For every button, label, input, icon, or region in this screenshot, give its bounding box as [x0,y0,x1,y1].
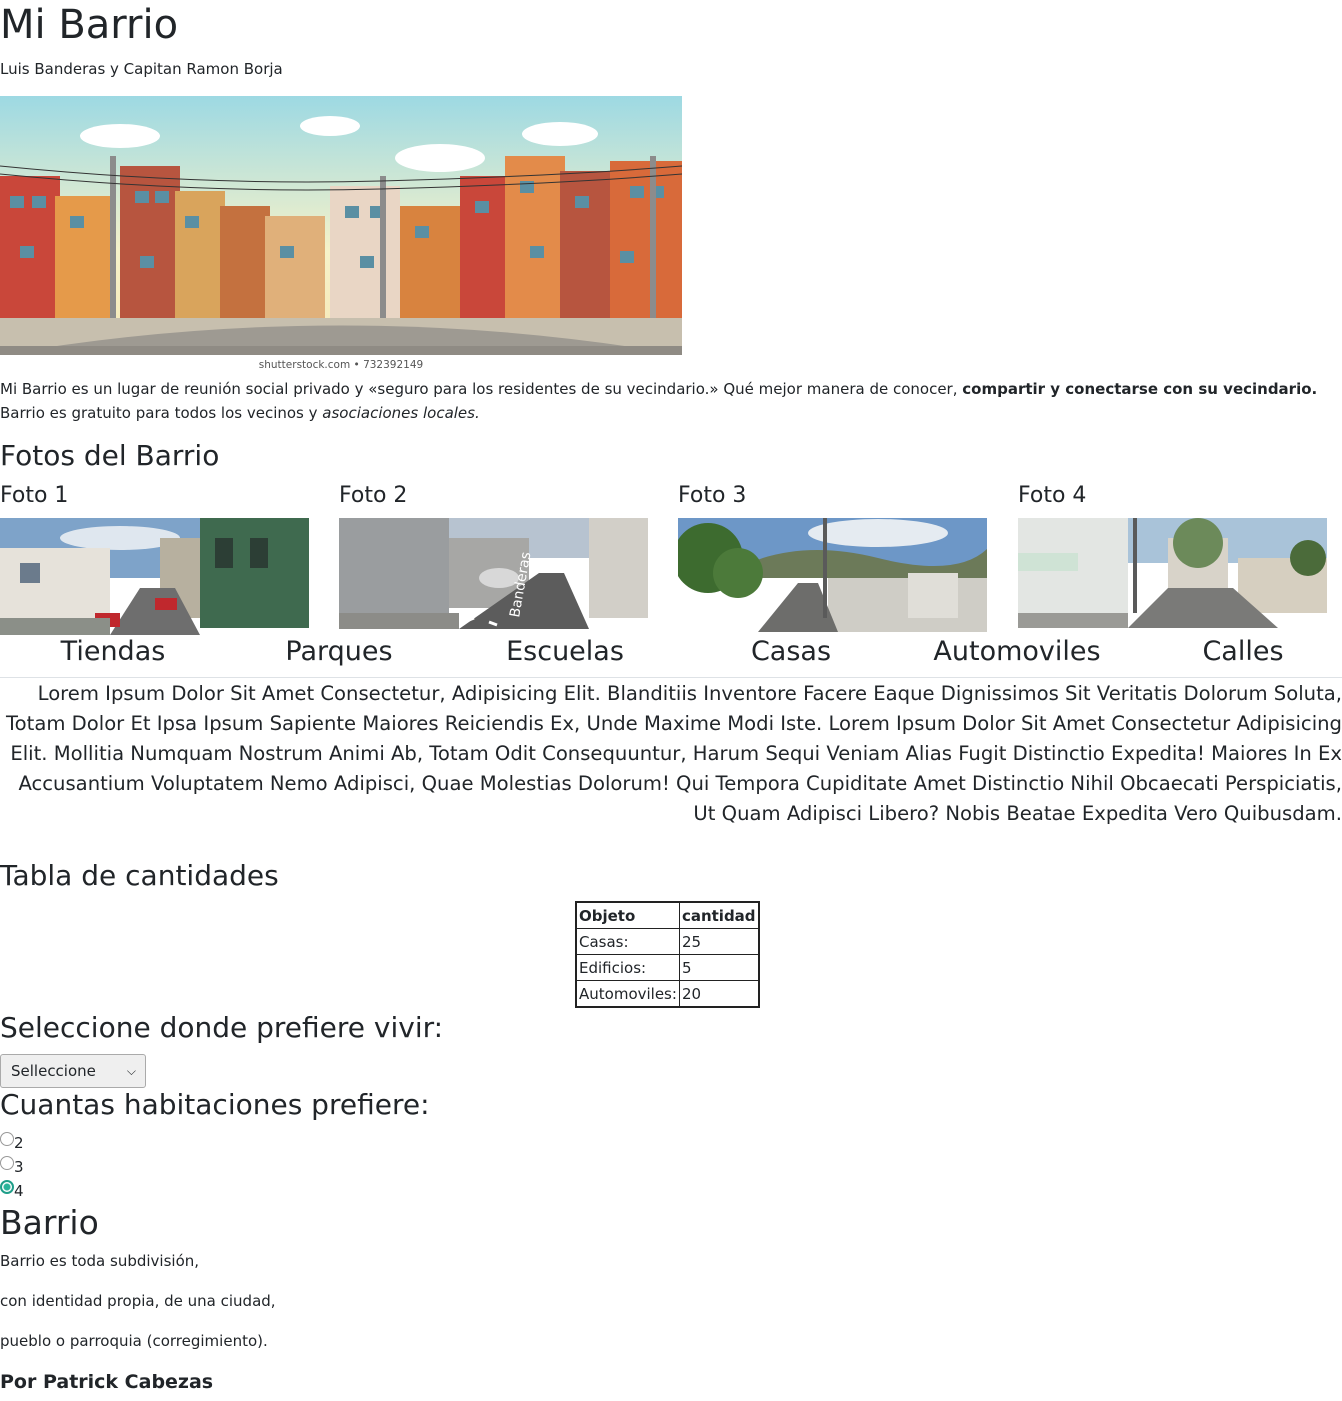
photo-title: Foto 3 [678,483,747,508]
table-row: Edificios: 5 [575,954,760,981]
photo-title: Foto 1 [0,483,69,508]
select-value: Selleccione [11,1062,96,1080]
photo-title: Foto 4 [1018,483,1087,508]
nav-divider [0,677,1342,678]
intro-paragraph: Mi Barrio es un lugar de reunión social … [0,377,1342,425]
author-credit: Por Patrick Cabezas [0,1371,214,1393]
nav-item-automoviles[interactable]: Automoviles [904,632,1130,676]
table-cell: Casas: [575,928,680,955]
table-cell: Edificios: [575,954,680,981]
nav-item-parques[interactable]: Parques [226,632,452,676]
barrio-line: Barrio es toda subdivisión, [0,1252,200,1270]
radio-button-checked[interactable] [0,1180,14,1194]
radio-label: 4 [14,1182,24,1200]
radio-button[interactable] [0,1156,14,1170]
photo-3 [678,518,987,632]
gallery-heading: Fotos del Barrio [0,439,220,472]
photo-4 [1018,518,1327,628]
room-option-3: 3 [0,1156,24,1176]
table-header-cell: Objeto [575,901,680,929]
barrio-heading: Barrio [0,1203,99,1242]
hero-illustration [0,96,682,355]
rooms-heading: Cuantas habitaciones prefiere: [0,1088,430,1121]
table-cell: 25 [678,928,760,955]
hero-caption: shutterstock.com • 732392149 [0,358,682,372]
radio-button[interactable] [0,1132,14,1146]
page-subtitle: Luis Banderas y Capitan Ramon Borja [0,60,283,78]
table-cell: 20 [678,980,760,1008]
table-row: Casas: 25 [575,928,760,955]
room-option-4: 4 [0,1180,24,1200]
photo-2: Banderas [339,518,648,629]
table-cell: 5 [678,954,760,981]
table-cell: Automoviles: [575,980,680,1008]
nav-item-calles[interactable]: Calles [1130,632,1342,676]
nav-item-tiendas[interactable]: Tiendas [0,632,226,676]
table-row: Automoviles: 20 [575,980,760,1008]
nav-item-escuelas[interactable]: Escuelas [452,632,678,676]
intro-text-2: Barrio es gratuito para todos los vecino… [0,404,323,422]
intro-bold-text: compartir y conectarse con su vecindario… [962,380,1318,398]
barrio-line: con identidad propia, de una ciudad, [0,1292,276,1310]
chevron-down-icon: ⌵ [126,1064,136,1078]
room-option-2: 2 [0,1132,24,1152]
table-heading: Tabla de cantidades [0,859,279,892]
select-heading: Seleccione donde prefiere vivir: [0,1011,444,1044]
page-title: Mi Barrio [0,2,179,48]
radio-label: 3 [14,1158,24,1176]
barrio-line: pueblo o parroquia (corregimiento). [0,1332,268,1350]
intro-text: Mi Barrio es un lugar de reunión social … [0,380,963,398]
quantities-table: Objeto cantidad Casas: 25 Edificios: 5 A… [575,901,760,1008]
lorem-paragraph: Lorem Ipsum Dolor Sit Amet Consectetur, … [6,682,1342,825]
intro-italic-text: asociaciones locales. [322,404,480,422]
nav-item-casas[interactable]: Casas [678,632,904,676]
category-nav: Tiendas Parques Escuelas Casas Automovil… [0,632,1342,676]
photo-1 [0,518,309,635]
radio-label: 2 [14,1134,24,1152]
photo-title: Foto 2 [339,483,408,508]
table-header-cell: cantidad [678,901,760,929]
location-select[interactable]: Selleccione ⌵ [0,1054,146,1088]
table-header-row: Objeto cantidad [575,901,760,929]
